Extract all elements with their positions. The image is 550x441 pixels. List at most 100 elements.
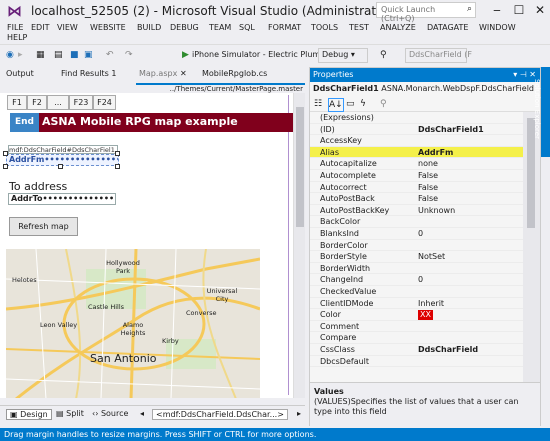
tab-source[interactable]: ‹› Source xyxy=(92,409,128,418)
property-row[interactable]: Comment xyxy=(310,321,523,333)
property-row[interactable]: ChangeInd 0 xyxy=(310,274,523,286)
property-row[interactable]: AccessKey xyxy=(310,135,523,147)
menu-team[interactable]: TEAM xyxy=(209,23,231,32)
resize-handle[interactable] xyxy=(3,164,8,169)
back-icon[interactable]: ◉ xyxy=(6,49,14,61)
property-value[interactable]: Unknown xyxy=(418,205,455,217)
end-button[interactable]: End xyxy=(10,113,39,132)
redo-icon[interactable]: ↷ xyxy=(125,49,133,61)
forward-icon[interactable]: ▸ xyxy=(18,49,23,61)
property-row[interactable]: BorderWidth xyxy=(310,263,523,275)
fkey-f2[interactable]: F2 xyxy=(27,95,47,110)
fkey-f1[interactable]: F1 xyxy=(7,95,27,110)
menu-edit[interactable]: EDIT xyxy=(31,23,49,32)
tab-mobile-rpglob[interactable]: MobileRpglob.cs xyxy=(202,69,267,78)
tab-split[interactable]: ▤ Split xyxy=(56,409,84,418)
property-value[interactable]: False xyxy=(418,170,438,182)
tab-output[interactable]: Output xyxy=(6,69,34,78)
target-element-select[interactable]: DdsCharField (F xyxy=(405,48,472,63)
property-value[interactable]: False xyxy=(418,182,438,194)
undo-icon[interactable]: ↶ xyxy=(106,49,114,61)
fkey-f23[interactable]: F23 xyxy=(69,95,93,110)
property-pages-icon[interactable]: ⚲ xyxy=(380,98,387,110)
configuration-select[interactable]: Debug ▾ xyxy=(318,48,368,63)
resize-handle[interactable] xyxy=(3,151,8,156)
scroll-right-icon[interactable]: ▸ xyxy=(297,409,301,418)
menu-sql[interactable]: SQL xyxy=(239,23,255,32)
alphabetical-icon[interactable]: A↓ xyxy=(328,98,344,112)
save-all-icon[interactable]: ▣ xyxy=(84,49,93,61)
fkey-f24[interactable]: F24 xyxy=(93,95,116,110)
property-row[interactable]: Color XX xyxy=(310,309,523,321)
property-row[interactable]: AutoPostBack False xyxy=(310,193,523,205)
menu-help[interactable]: HELP xyxy=(7,33,27,42)
tab-design[interactable]: ▣ Design xyxy=(6,409,52,420)
solution-explorer-tab[interactable]: Solution Explorer xyxy=(533,67,550,157)
property-value[interactable]: 0 xyxy=(418,228,423,240)
menu-test[interactable]: TEST xyxy=(349,23,369,32)
categorized-icon[interactable]: ☷ xyxy=(314,98,322,110)
design-surface[interactable]: F1 F2 ... F23 F24 End ASNA Mobile RPG ma… xyxy=(0,93,293,398)
menu-format[interactable]: FORMAT xyxy=(268,23,301,32)
property-value[interactable]: NotSet xyxy=(418,251,445,263)
property-row[interactable]: CssClass DdsCharField xyxy=(310,344,523,356)
property-value[interactable]: False xyxy=(418,193,438,205)
menu-window[interactable]: WINDOW xyxy=(479,23,516,32)
property-row[interactable]: Autocorrect False xyxy=(310,182,523,194)
property-scrollbar[interactable] xyxy=(523,112,540,382)
property-row[interactable]: BackColor xyxy=(310,216,523,228)
resize-handle[interactable] xyxy=(115,164,120,169)
resize-handle[interactable] xyxy=(115,151,120,156)
resize-handle[interactable] xyxy=(58,164,63,169)
property-row[interactable]: Alias AddrFm xyxy=(310,146,523,159)
designer-scrollbar[interactable] xyxy=(293,93,305,398)
menu-analyze[interactable]: ANALYZE xyxy=(380,23,416,32)
menu-file[interactable]: FILE xyxy=(7,23,23,32)
property-value[interactable]: DdsCharField xyxy=(418,344,478,356)
property-row[interactable]: Compare xyxy=(310,332,523,344)
scroll-thumb[interactable] xyxy=(296,107,304,227)
property-row[interactable]: Autocapitalize none xyxy=(310,158,523,170)
menu-view[interactable]: VIEW xyxy=(57,23,78,32)
new-project-icon[interactable]: ▦ xyxy=(36,49,45,61)
run-icon[interactable]: ▶ xyxy=(182,49,189,61)
property-value[interactable]: 0 xyxy=(418,274,423,286)
menu-debug[interactable]: DEBUG xyxy=(170,23,199,32)
menu-build[interactable]: BUILD xyxy=(137,23,161,32)
menu-datagate[interactable]: DATAGATE xyxy=(427,23,468,32)
property-value[interactable]: none xyxy=(418,158,438,170)
object-selector[interactable]: DdsCharField1 ASNA.Monarch.WebDspF.DdsCh… xyxy=(310,82,540,96)
refresh-map-button[interactable]: Refresh map xyxy=(9,217,78,236)
fkey-more[interactable]: ... xyxy=(47,95,69,110)
tab-find-results[interactable]: Find Results 1 xyxy=(61,69,116,78)
tab-map-aspx[interactable]: Map.aspx xyxy=(139,69,177,78)
property-row[interactable]: BorderStyle NotSet xyxy=(310,251,523,263)
run-target-label[interactable]: iPhone Simulator - Electric Plum xyxy=(192,49,320,61)
addrto-field[interactable]: AddrTo•••••••••••••••••••• xyxy=(8,193,116,205)
property-value[interactable]: XX xyxy=(418,310,433,321)
maximize-button[interactable]: ☐ xyxy=(509,2,529,18)
property-value[interactable]: AddrFm xyxy=(418,147,453,159)
tag-breadcrumb[interactable]: <mdf:DdsCharField.DdsChar...> xyxy=(152,409,288,420)
tab-close-icon[interactable]: ✕ xyxy=(180,69,187,78)
open-file-icon[interactable]: ▤ xyxy=(54,49,63,61)
property-row[interactable]: AutoPostBackKey Unknown xyxy=(310,205,523,217)
properties-icon[interactable]: ▭ xyxy=(346,98,355,110)
menu-website[interactable]: WEBSITE xyxy=(90,23,126,32)
scroll-left-icon[interactable]: ◂ xyxy=(140,409,144,418)
minimize-button[interactable]: ‒ xyxy=(487,2,507,18)
property-row[interactable]: ClientIDMode Inherit xyxy=(310,298,523,310)
property-value[interactable]: DdsCharField1 xyxy=(418,124,484,136)
save-icon[interactable]: ■ xyxy=(70,49,79,61)
property-value[interactable]: Inherit xyxy=(418,298,444,310)
quick-launch-input[interactable]: Quick Launch (Ctrl+Q) ⌕ xyxy=(376,2,476,23)
property-row[interactable]: CheckedValue xyxy=(310,286,523,298)
close-button[interactable]: ✕ xyxy=(530,2,550,18)
property-row[interactable]: DbcsDefault xyxy=(310,356,523,368)
menu-tools[interactable]: TOOLS xyxy=(311,23,338,32)
property-row[interactable]: (Expressions) xyxy=(310,112,523,124)
property-row[interactable]: (ID) DdsCharField1 xyxy=(310,124,523,136)
property-row[interactable]: BlanksInd 0 xyxy=(310,228,523,240)
find-icon[interactable]: ⚲ xyxy=(380,49,387,61)
property-row[interactable]: BorderColor xyxy=(310,240,523,252)
